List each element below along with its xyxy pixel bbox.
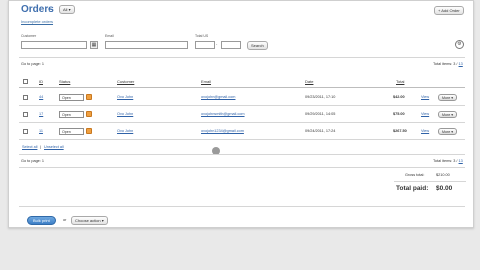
or-text: or (63, 218, 67, 222)
total-paid-value: $0.00 (436, 185, 453, 192)
row-checkbox[interactable] (23, 129, 28, 134)
order-total: $267.50 (393, 129, 407, 133)
footer-divider (19, 206, 465, 207)
calendar-icon[interactable]: ▦ (90, 41, 98, 49)
customer-link[interactable]: Ovo John (117, 129, 133, 133)
choose-action-label: Choose action (75, 218, 101, 223)
email-link[interactable]: ovojohn1234@gmail.com (201, 129, 244, 133)
divider (19, 57, 465, 58)
header-divider (19, 87, 465, 88)
totals-divider (394, 181, 466, 182)
column-header-status[interactable]: Status (59, 79, 70, 84)
select-all-checkbox[interactable] (23, 79, 28, 84)
view-link[interactable]: View (421, 129, 429, 133)
email-link[interactable]: ovojohn@gmail.com (201, 95, 235, 99)
email-label: Email (105, 34, 114, 38)
status-flag-icon[interactable] (86, 111, 92, 117)
status-flag-icon[interactable] (86, 94, 92, 100)
separator: | (40, 145, 41, 149)
select-all-link[interactable]: Select all (22, 145, 37, 149)
order-id-link[interactable]: 17 (39, 112, 43, 116)
column-header-email[interactable]: Email (201, 79, 211, 84)
gross-total-label: Gross total: (405, 173, 425, 177)
range-dash: - (216, 42, 218, 46)
row-checkbox[interactable] (23, 112, 28, 117)
order-id-link[interactable]: 44 (39, 95, 43, 99)
unselect-all-link[interactable]: Unselect all (44, 145, 64, 149)
go-to-page-bottom[interactable]: Go to page: 1 (21, 159, 44, 163)
customer-input[interactable] (21, 41, 87, 49)
orders-filter-select[interactable]: All ▾ (59, 5, 75, 14)
row-checkbox[interactable] (23, 95, 28, 100)
order-date: 09/24/2011, 17:24 (305, 129, 336, 133)
customer-label: Customer (21, 34, 37, 38)
total-items-bottom-link[interactable]: 13 (459, 159, 463, 163)
settings-gear-icon[interactable]: ⚙ (455, 40, 464, 49)
status-select[interactable]: Open (59, 111, 84, 118)
column-header-total[interactable]: Total (396, 79, 404, 84)
more-label: More (442, 130, 451, 134)
gross-total-value: $210.00 (436, 173, 450, 177)
order-id-link[interactable]: 11 (39, 129, 43, 133)
more-button[interactable]: More ▾ (438, 128, 458, 135)
email-input[interactable] (105, 41, 188, 49)
view-link[interactable]: View (421, 112, 429, 116)
total-from-input[interactable] (195, 41, 215, 49)
orders-panel: Orders ▾ All ▾ Incomplete orders + Add O… (8, 0, 474, 228)
total-paid-label: Total paid: (396, 185, 429, 192)
status-flag-icon[interactable] (86, 128, 92, 134)
customer-link[interactable]: Ovo John (117, 95, 133, 99)
status-select[interactable]: Open (59, 128, 84, 135)
title-dropdown-caret-icon[interactable]: ▾ (48, 7, 51, 13)
divider (19, 154, 465, 155)
divider (19, 167, 465, 168)
customer-link[interactable]: Ovo John (117, 112, 133, 116)
order-total: $42.00 (393, 95, 405, 99)
incomplete-orders-link[interactable]: Incomplete orders (21, 19, 53, 24)
total-items-top-label: Total items: 3 / (433, 62, 458, 66)
email-link[interactable]: ovojohnsmith@gmail.com (201, 112, 245, 116)
more-label: More (442, 113, 451, 117)
bulk-print-button[interactable]: Bulk print (27, 216, 56, 225)
column-header-customer[interactable]: Customer (117, 79, 134, 84)
search-button[interactable]: Search (247, 41, 268, 50)
total-items-bottom-label: Total items: 3 / (433, 159, 458, 163)
row-divider (19, 139, 465, 140)
view-link[interactable]: View (421, 95, 429, 99)
total-items-bottom: Total items: 3 / 13 (433, 159, 463, 163)
column-header-id[interactable]: ID (39, 79, 43, 84)
total-items-top: Total items: 3 / 13 (433, 62, 463, 66)
status-select[interactable]: Open (59, 94, 84, 101)
order-date: 09/29/2011, 14:05 (305, 112, 336, 116)
orders-filter-label: All (63, 7, 68, 12)
total-to-input[interactable] (221, 41, 241, 49)
more-button[interactable]: More ▾ (438, 94, 458, 101)
more-button[interactable]: More ▾ (438, 111, 458, 118)
column-header-date[interactable]: Date (305, 79, 313, 84)
more-label: More (442, 96, 451, 100)
total-items-top-link[interactable]: 13 (459, 62, 463, 66)
go-to-page-top[interactable]: Go to page: 1 (21, 62, 44, 66)
row-divider (19, 122, 465, 123)
add-order-button[interactable]: + Add Order (434, 6, 464, 15)
total-label: Total US (195, 34, 209, 38)
order-total: $75.00 (393, 112, 405, 116)
choose-action-select[interactable]: Choose action ▾ (71, 216, 108, 225)
order-date: 09/23/2011, 17:10 (305, 95, 336, 99)
row-divider (19, 105, 465, 106)
